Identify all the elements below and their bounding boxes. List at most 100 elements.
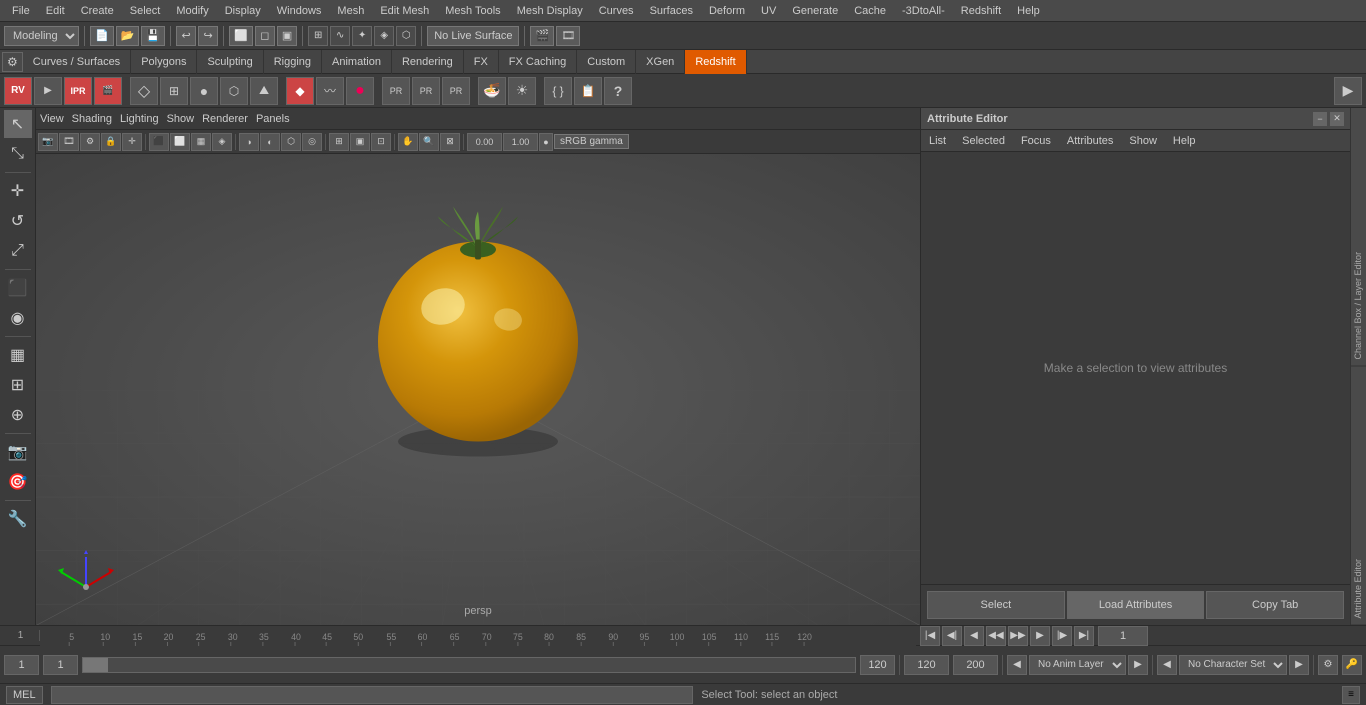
attr-select-btn[interactable]: Select bbox=[927, 591, 1065, 619]
vt-cam-btn[interactable]: 📷 bbox=[38, 133, 58, 151]
save-file-btn[interactable]: 💾 bbox=[141, 26, 165, 46]
menu-surfaces[interactable]: Surfaces bbox=[642, 5, 701, 17]
live-surface-btn[interactable]: No Live Surface bbox=[427, 26, 519, 46]
vt-xray-btn[interactable]: ⬡ bbox=[281, 133, 301, 151]
render-settings-btn[interactable]: 🎬 bbox=[530, 26, 554, 46]
shelf-icon-pr2[interactable]: PR bbox=[412, 77, 440, 105]
gamma-badge[interactable]: sRGB gamma bbox=[554, 134, 629, 149]
shelf-icon-diamond[interactable]: ◇ bbox=[130, 77, 158, 105]
redo-btn[interactable]: ↪ bbox=[198, 26, 218, 46]
shelf-icon-hills[interactable]: ⛰ bbox=[250, 77, 278, 105]
anim-range-slider[interactable] bbox=[82, 657, 856, 673]
vt-colorspace-btn[interactable]: ● bbox=[539, 133, 553, 151]
vt-zoom-btn[interactable]: 🔍 bbox=[419, 133, 439, 151]
menu-file[interactable]: File bbox=[4, 5, 38, 17]
soft-select-btn[interactable]: ⬛ bbox=[4, 274, 32, 302]
show-hide-btn[interactable]: ◉ bbox=[4, 304, 32, 332]
anim-total-end[interactable] bbox=[953, 655, 998, 675]
shelf-tab-redshift[interactable]: Redshift bbox=[685, 50, 746, 74]
shelf-icon-pr3[interactable]: PR bbox=[442, 77, 470, 105]
menu-display[interactable]: Display bbox=[217, 5, 269, 17]
shelf-tab-sculpting[interactable]: Sculpting bbox=[197, 50, 263, 74]
viewport-menu-view[interactable]: View bbox=[40, 113, 64, 125]
lasso-select-btn[interactable]: ⤡ bbox=[4, 140, 32, 168]
rotate-tool-btn[interactable]: ↺ bbox=[4, 207, 32, 235]
shelf-icon-sphere[interactable]: ● bbox=[190, 77, 218, 105]
viewport-menu-renderer[interactable]: Renderer bbox=[202, 113, 248, 125]
attr-tab-show[interactable]: Show bbox=[1125, 133, 1161, 149]
anim-layer-dropdown[interactable]: No Anim Layer bbox=[1029, 655, 1126, 675]
paint-mode-btn[interactable]: ▣ bbox=[277, 26, 297, 46]
vt-value2-input[interactable] bbox=[503, 133, 538, 151]
anim-start-frame[interactable] bbox=[4, 655, 39, 675]
attr-minimize-btn[interactable]: − bbox=[1313, 112, 1327, 126]
menu-generate[interactable]: Generate bbox=[784, 5, 846, 17]
anim-settings-btn[interactable]: ⚙ bbox=[1318, 655, 1338, 675]
camera-btn[interactable]: 📷 bbox=[4, 438, 32, 466]
vt-light-btn[interactable]: ◈ bbox=[212, 133, 232, 151]
current-frame-input[interactable] bbox=[1098, 626, 1148, 646]
vt-pan-btn[interactable]: ✋ bbox=[398, 133, 418, 151]
shelf-tab-fx[interactable]: FX bbox=[464, 50, 499, 74]
attr-tab-list[interactable]: List bbox=[925, 133, 950, 149]
shelf-icon-ipr[interactable]: IPR bbox=[64, 77, 92, 105]
anim-layer-prev[interactable]: ◀ bbox=[1007, 655, 1027, 675]
menu-3dtoall[interactable]: -3DtoAll- bbox=[894, 5, 953, 17]
snap-live-btn[interactable]: ⬡ bbox=[396, 26, 416, 46]
open-file-btn[interactable]: 📂 bbox=[116, 26, 140, 46]
command-input[interactable] bbox=[51, 686, 694, 704]
shelf-icon-redcube[interactable]: ◆ bbox=[286, 77, 314, 105]
menu-modify[interactable]: Modify bbox=[168, 5, 216, 17]
render-btn[interactable]: 🎞 bbox=[556, 26, 580, 46]
shelf-icon-pr1[interactable]: PR bbox=[382, 77, 410, 105]
attr-tab-focus[interactable]: Focus bbox=[1017, 133, 1055, 149]
play-reverse-btn[interactable]: ◀◀ bbox=[986, 626, 1006, 646]
viewport[interactable]: persp bbox=[36, 154, 920, 625]
char-set-prev[interactable]: ◀ bbox=[1157, 655, 1177, 675]
undo-btn[interactable]: ↩ bbox=[176, 26, 196, 46]
shelf-tab-animation[interactable]: Animation bbox=[322, 50, 392, 74]
prev-key-btn[interactable]: ◀| bbox=[942, 626, 962, 646]
viewport-menu-show[interactable]: Show bbox=[167, 113, 195, 125]
shelf-icon-bowl[interactable]: 🍜 bbox=[478, 77, 506, 105]
shelf-icon-cube[interactable]: ⬡ bbox=[220, 77, 248, 105]
next-key-btn[interactable]: |▶ bbox=[1052, 626, 1072, 646]
move-tool-btn[interactable]: ✛ bbox=[4, 177, 32, 205]
snap-grid-btn[interactable]: ⊞ bbox=[308, 26, 328, 46]
viewport-menu-lighting[interactable]: Lighting bbox=[120, 113, 159, 125]
shelf-icon-rv[interactable]: RV bbox=[4, 77, 32, 105]
menu-deform[interactable]: Deform bbox=[701, 5, 753, 17]
vt-smooth-btn[interactable]: ⬜ bbox=[170, 133, 190, 151]
attr-tab-attributes[interactable]: Attributes bbox=[1063, 133, 1117, 149]
shelf-tab-fx-caching[interactable]: FX Caching bbox=[499, 50, 577, 74]
menu-uv[interactable]: UV bbox=[753, 5, 784, 17]
anim-keying-btn[interactable]: 🔑 bbox=[1342, 655, 1362, 675]
shelf-scroll-right[interactable]: ▶ bbox=[1334, 77, 1362, 105]
vt-move-btn[interactable]: ✛ bbox=[122, 133, 142, 151]
menu-select[interactable]: Select bbox=[122, 5, 169, 17]
char-set-dropdown[interactable]: No Character Set bbox=[1179, 655, 1287, 675]
menu-help[interactable]: Help bbox=[1009, 5, 1048, 17]
vt-isolate-btn[interactable]: ◎ bbox=[302, 133, 322, 151]
vt-shadow-btn[interactable]: ◑ bbox=[239, 133, 259, 151]
new-file-btn[interactable]: 📄 bbox=[90, 26, 114, 46]
anim-range-end[interactable] bbox=[904, 655, 949, 675]
attr-load-btn[interactable]: Load Attributes bbox=[1067, 591, 1205, 619]
shelf-icon-circle-red[interactable]: ● bbox=[346, 77, 374, 105]
anim-end-frame[interactable] bbox=[860, 655, 895, 675]
shelf-tab-polygons[interactable]: Polygons bbox=[131, 50, 197, 74]
next-frame-btn[interactable]: ▶ bbox=[1030, 626, 1050, 646]
vt-value1-input[interactable] bbox=[467, 133, 502, 151]
lasso-mode-btn[interactable]: ◻ bbox=[255, 26, 275, 46]
snap-curve-btn[interactable]: ∿ bbox=[330, 26, 350, 46]
vt-ao-btn[interactable]: ◐ bbox=[260, 133, 280, 151]
menu-curves[interactable]: Curves bbox=[591, 5, 642, 17]
shelf-tab-xgen[interactable]: XGen bbox=[636, 50, 685, 74]
shelf-icon-grid[interactable]: ⊞ bbox=[160, 77, 188, 105]
select-mode-btn[interactable]: ⬜ bbox=[229, 26, 253, 46]
viewport-menu-shading[interactable]: Shading bbox=[72, 113, 112, 125]
anim-range-left[interactable] bbox=[83, 658, 108, 672]
vt-gate-btn[interactable]: ⊡ bbox=[371, 133, 391, 151]
attr-close-btn[interactable]: ✕ bbox=[1330, 112, 1344, 126]
attr-tab-selected[interactable]: Selected bbox=[958, 133, 1009, 149]
